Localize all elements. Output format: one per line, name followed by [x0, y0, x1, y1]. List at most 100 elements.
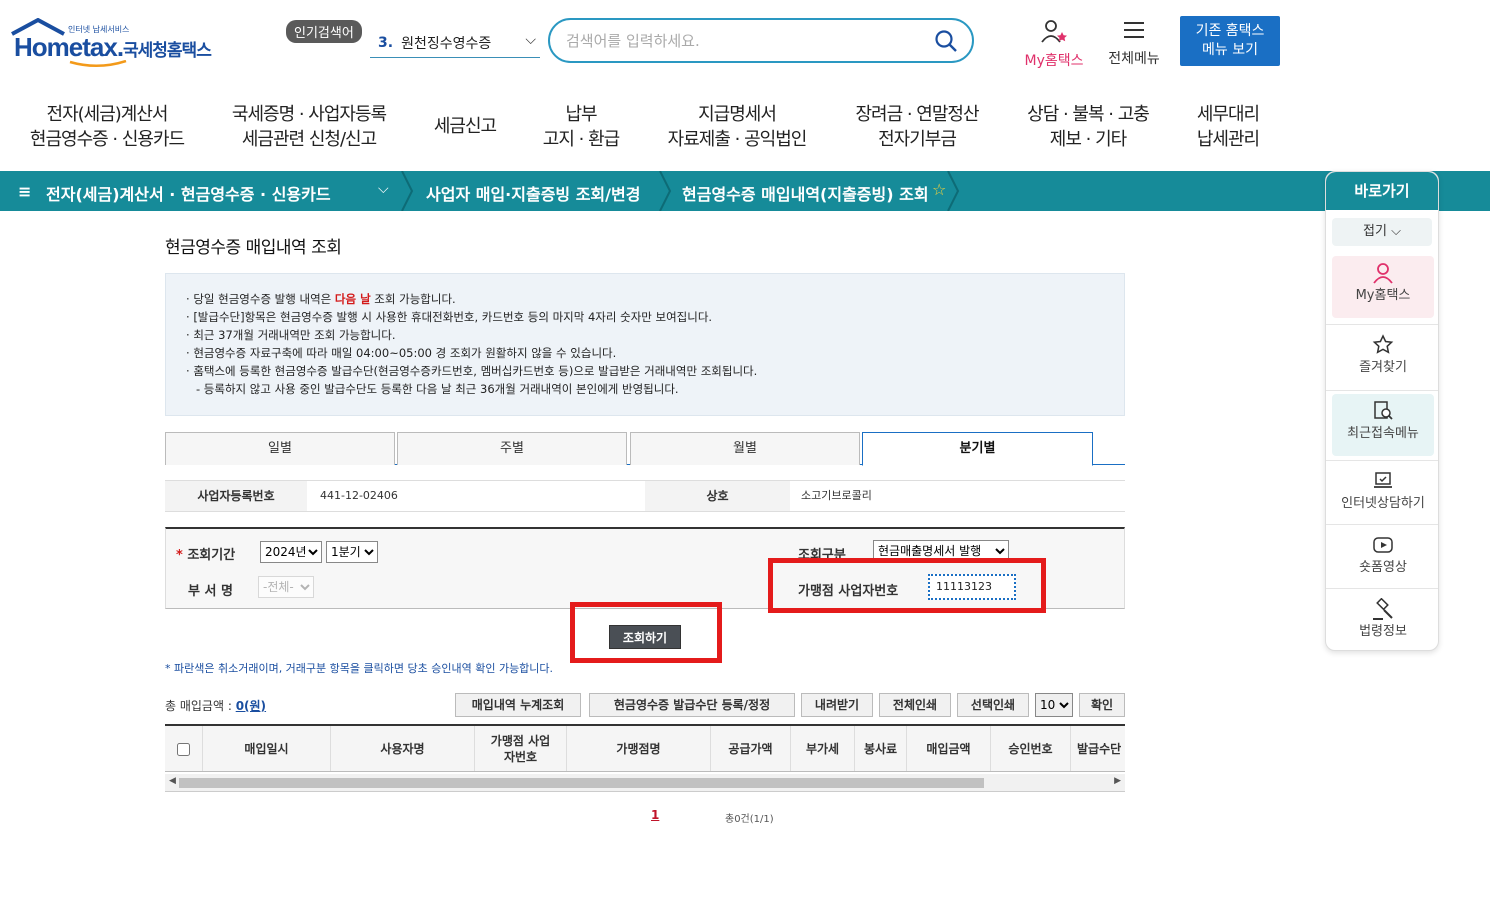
col-header[interactable]: 발급수단	[1071, 726, 1125, 771]
main-navigation: 전자(세금)계산서 현금영수증 · 신용카드 국세증명 · 사업자등록 세금관련…	[0, 98, 1490, 156]
notice-box: · 당일 현금영수증 발행 내역은 다음 날 조회 가능합니다. · [발급수단…	[165, 273, 1125, 416]
tab-quarterly[interactable]: 분기별	[862, 432, 1093, 466]
period-tabs: 일별 주별 월별 분기별	[165, 432, 1125, 466]
breadcrumb-level1[interactable]: 전자(세금)계산서 · 현금영수증 · 신용카드	[46, 181, 331, 205]
favorite-star-icon[interactable]: ☆	[932, 180, 946, 199]
highlight-box-merchant	[768, 558, 1046, 613]
select-all-checkbox[interactable]	[177, 742, 190, 756]
page-size-select[interactable]: 10	[1035, 693, 1073, 717]
quick-favorites[interactable]: 즐겨찾기	[1332, 328, 1434, 390]
legacy-line1: 기존 홈택스	[1195, 23, 1265, 39]
quick-my-hometax[interactable]: My홈택스	[1332, 256, 1434, 318]
quick-links-title: 바로가기	[1326, 172, 1438, 210]
select-all-cell	[165, 726, 203, 771]
nav-item-consulting[interactable]: 상담 · 불복 · 고충 제보 · 기타	[1014, 102, 1162, 152]
fold-button[interactable]: 접기 ⌵	[1332, 218, 1432, 246]
quick-label: 법령정보	[1359, 624, 1407, 639]
user-icon	[1373, 263, 1393, 284]
nav-line: 고지 · 환급	[542, 129, 620, 150]
print-selected-button[interactable]: 선택인쇄	[957, 693, 1029, 717]
notice-line: - 등록하지 않고 사용 중인 발급수단도 등록한 다음 날 최근 36개월 거…	[196, 382, 679, 396]
chevron-down-icon[interactable]: ⌵	[525, 32, 536, 48]
chevron-down-icon[interactable]: ⌵	[378, 181, 389, 197]
nav-line: 납세관리	[1196, 129, 1260, 150]
search-box	[548, 18, 974, 63]
logo-word: Hometax.	[14, 32, 124, 62]
quick-label: 최근접속메뉴	[1347, 426, 1419, 441]
download-button[interactable]: 내려받기	[801, 693, 873, 717]
nav-item-payment[interactable]: 납부 고지 · 환급	[530, 102, 632, 152]
breadcrumb-separator-icon	[947, 171, 960, 211]
col-header[interactable]: 가맹점 사업자번호	[475, 726, 567, 771]
popular-search-badge: 인기검색어	[286, 20, 362, 43]
quick-online-consult[interactable]: 인터넷상담하기	[1332, 464, 1434, 526]
year-select[interactable]: 2024년	[260, 541, 322, 563]
quick-law-info[interactable]: 법령정보	[1332, 592, 1434, 654]
col-header[interactable]: 매입일시	[203, 726, 331, 771]
confirm-button[interactable]: 확인	[1079, 693, 1125, 717]
my-hometax-button[interactable]: My홈택스	[1018, 18, 1090, 70]
breadcrumb-level2[interactable]: 사업자 매입·지출증빙 조회/변경	[426, 181, 640, 205]
nav-item-e-invoice[interactable]: 전자(세금)계산서 현금영수증 · 신용카드	[18, 102, 196, 152]
search-icon[interactable]	[934, 29, 958, 53]
col-header[interactable]: 승인번호	[991, 726, 1071, 771]
document-search-icon	[1374, 401, 1393, 420]
dept-label: 부 서 명	[188, 584, 233, 599]
divider	[1326, 588, 1438, 589]
nav-line: 전자(세금)계산서	[46, 104, 169, 125]
notice-line: · 당일 현금영수증 발행 내역은 다음 날 조회 가능합니다.	[186, 292, 456, 306]
col-header[interactable]: 사용자명	[331, 726, 475, 771]
play-video-icon	[1373, 537, 1393, 553]
nav-item-tax-agent[interactable]: 세무대리 납세관리	[1186, 102, 1270, 152]
search-button[interactable]: 조회하기	[609, 625, 681, 649]
period-label: * 조회기간	[176, 548, 236, 563]
scroll-right-icon[interactable]: ▶	[1114, 776, 1121, 786]
cumulative-query-button[interactable]: 매입내역 누계조회	[455, 693, 581, 717]
all-menu-label: 전체메뉴	[1108, 51, 1160, 67]
quarter-select[interactable]: 1분기	[326, 541, 378, 563]
tab-monthly[interactable]: 월별	[630, 432, 860, 465]
tab-weekly[interactable]: 주별	[397, 432, 627, 465]
dept-select[interactable]: -전체-	[258, 576, 314, 598]
divider	[1326, 324, 1438, 325]
col-header[interactable]: 부가세	[791, 726, 855, 771]
nav-line: 자료제출 · 공익법인	[667, 129, 808, 150]
total-value[interactable]: 0(원)	[236, 699, 266, 713]
tab-daily[interactable]: 일별	[165, 432, 395, 465]
col-header[interactable]: 매입금액	[907, 726, 991, 771]
nav-item-incentives[interactable]: 장려금 · 연말정산 전자기부금	[842, 102, 992, 152]
nav-item-certificates[interactable]: 국세증명 · 사업자등록 세금관련 신청/신고	[218, 102, 400, 152]
menu-icon[interactable]: ≡	[18, 182, 31, 201]
company-label: 상호	[645, 481, 790, 511]
business-info-row: 사업자등록번호 441-12-02406 상호 소고기브로콜리	[165, 480, 1125, 512]
print-all-button[interactable]: 전체인쇄	[879, 693, 951, 717]
nav-line: 전자기부금	[878, 129, 957, 150]
nav-item-payment-statements[interactable]: 지급명세서 자료제출 · 공익법인	[658, 102, 816, 152]
quick-recent-menus[interactable]: 최근접속메뉴	[1332, 394, 1434, 456]
quick-short-videos[interactable]: 숏폼영상	[1332, 528, 1434, 590]
legacy-line2: 메뉴 보기	[1202, 42, 1258, 58]
nav-line: 현금영수증 · 신용카드	[29, 129, 185, 150]
hometax-logo[interactable]: 인터넷 납세서비스 Hometax. 국세청홈택스	[8, 18, 228, 70]
star-icon	[1372, 334, 1394, 354]
legacy-hometax-button[interactable]: 기존 홈택스 메뉴 보기	[1180, 16, 1280, 66]
col-header[interactable]: 가맹점명	[567, 726, 711, 771]
breadcrumb-level3[interactable]: 현금영수증 매입내역(지출증빙) 조회	[682, 181, 929, 205]
quick-label: 숏폼영상	[1359, 560, 1407, 575]
gavel-icon	[1373, 598, 1393, 620]
hamburger-icon	[1124, 22, 1144, 38]
biz-no-value: 441-12-02406	[320, 489, 398, 502]
cancel-note: * 파란색은 취소거래이며, 거래구분 항목을 클릭하면 당초 승인내역 확인 …	[165, 662, 554, 675]
page-number-current[interactable]: 1	[651, 808, 659, 822]
scrollbar-thumb[interactable]	[179, 778, 984, 788]
col-header[interactable]: 봉사료	[855, 726, 907, 771]
notice-line: · 홈택스에 등록한 현금영수증 발급수단(현금영수증카드번호, 멤버십카드번호…	[186, 364, 758, 378]
horizontal-scrollbar[interactable]: ◀ ▶	[165, 774, 1125, 792]
register-issuance-method-button[interactable]: 현금영수증 발급수단 등록/정정	[589, 693, 795, 717]
all-menu-button[interactable]: 전체메뉴	[1102, 18, 1166, 68]
search-input[interactable]	[566, 28, 926, 54]
scroll-left-icon[interactable]: ◀	[169, 776, 176, 786]
nav-item-tax-filing[interactable]: 세금신고	[420, 114, 510, 139]
popular-search-item[interactable]: 3. 원천징수영수증 ⌵	[370, 28, 540, 58]
col-header[interactable]: 공급가액	[711, 726, 791, 771]
